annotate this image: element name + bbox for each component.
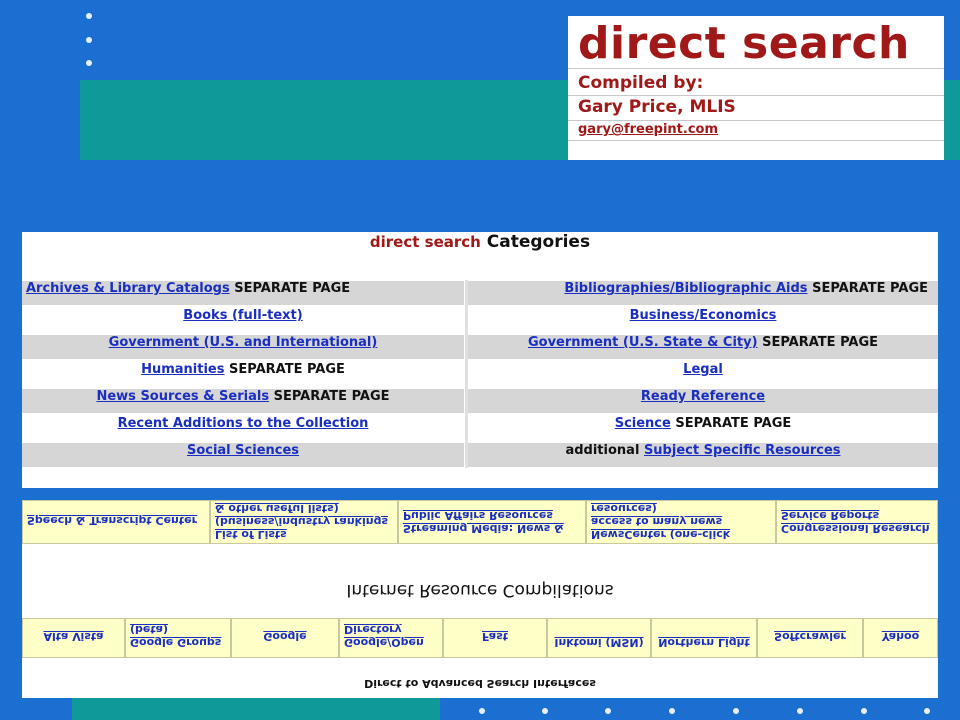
bullet-dot bbox=[797, 708, 803, 714]
compilations-title: Internet Resource Compilations bbox=[346, 580, 614, 600]
category-row: Humanities SEPARATE PAGE Legal bbox=[22, 361, 938, 387]
category-row: Recent Additions to the Collection Scien… bbox=[22, 415, 938, 441]
category-link-science[interactable]: Science bbox=[615, 416, 671, 431]
category-cell: Archives & Library Catalogs SEPARATE PAG… bbox=[22, 281, 464, 305]
separate-page-label: SEPARATE PAGE bbox=[234, 281, 351, 296]
engine-link-northern-light[interactable]: Northern Light bbox=[651, 618, 757, 658]
compilation-link-list-of-lists[interactable]: List of Lists (business/industry ranking… bbox=[210, 500, 398, 544]
engine-link-softcrawler[interactable]: Softcrawler bbox=[757, 618, 863, 658]
category-cell: Government (U.S. and International) bbox=[22, 335, 464, 359]
separate-page-label: SEPARATE PAGE bbox=[675, 416, 792, 431]
bullet-dot bbox=[605, 708, 611, 714]
divider bbox=[568, 95, 944, 96]
category-cell: Science SEPARATE PAGE bbox=[468, 416, 938, 440]
author-email-link[interactable]: gary@freepint.com bbox=[578, 122, 718, 137]
mirrored-search-panel: Direct to Advanced Search Interfaces Alt… bbox=[22, 500, 938, 698]
logo-title: direct search bbox=[578, 18, 910, 69]
categories-panel: direct search Categories Archives & Libr… bbox=[22, 232, 938, 488]
category-cell: Books (full-text) bbox=[22, 308, 464, 332]
bullet-dot bbox=[542, 708, 548, 714]
categories-title: direct search Categories bbox=[22, 232, 938, 262]
compilation-link-newscenter[interactable]: NewsCenter (one-click access to many new… bbox=[586, 500, 776, 544]
categories-title-text: Categories bbox=[486, 232, 591, 252]
bullet-dot bbox=[479, 708, 485, 714]
divider bbox=[568, 120, 944, 121]
category-link-business[interactable]: Business/Economics bbox=[630, 308, 777, 323]
separate-page-label: SEPARATE PAGE bbox=[273, 389, 390, 404]
category-row: Social Sciences additional Subject Speci… bbox=[22, 442, 938, 468]
category-cell: Recent Additions to the Collection bbox=[22, 416, 464, 440]
category-link-recent-additions[interactable]: Recent Additions to the Collection bbox=[118, 416, 369, 431]
category-cell: Social Sciences bbox=[22, 443, 464, 467]
category-link-humanities[interactable]: Humanities bbox=[141, 362, 224, 377]
compilation-link-crs-reports[interactable]: Congressional Research Service Reports bbox=[776, 500, 938, 544]
teal-band-bottom bbox=[72, 698, 440, 720]
category-row: Government (U.S. and International) Gove… bbox=[22, 334, 938, 360]
column-divider bbox=[465, 280, 468, 468]
engine-link-altavista[interactable]: Alta Vista bbox=[22, 618, 125, 658]
engine-link-yahoo[interactable]: Yahoo bbox=[863, 618, 938, 658]
direct-search-logo: direct search Compiled by: Gary Price, M… bbox=[568, 16, 944, 160]
bullet-dot bbox=[86, 60, 92, 66]
category-link-subject-specific[interactable]: Subject Specific Resources bbox=[644, 443, 841, 458]
categories-title-brand: direct search bbox=[369, 233, 481, 251]
bullet-dot bbox=[669, 708, 675, 714]
bullet-dot bbox=[86, 37, 92, 43]
category-cell: Business/Economics bbox=[468, 308, 938, 332]
category-cell: additional Subject Specific Resources bbox=[468, 443, 938, 467]
compilations-row: Speech & Transcript Center List of Lists… bbox=[22, 500, 938, 544]
category-cell: News Sources & Serials SEPARATE PAGE bbox=[22, 389, 464, 413]
bullet-dot bbox=[861, 708, 867, 714]
mirrored-search-panel-inner: Direct to Advanced Search Interfaces Alt… bbox=[22, 500, 938, 698]
category-link-bibliographies[interactable]: Bibliographies/Bibliographic Aids bbox=[564, 281, 807, 296]
category-cell: Legal bbox=[468, 362, 938, 386]
engine-link-inktomi[interactable]: Inktomi (MSN) bbox=[547, 618, 651, 658]
advanced-search-title: Direct to Advanced Search Interfaces bbox=[364, 677, 596, 690]
category-row: Books (full-text) Business/Economics bbox=[22, 307, 938, 333]
category-link-government-us-intl[interactable]: Government (U.S. and International) bbox=[109, 335, 378, 350]
category-cell: Humanities SEPARATE PAGE bbox=[22, 362, 464, 386]
category-cell: Government (U.S. State & City) SEPARATE … bbox=[468, 335, 938, 359]
category-link-news-sources[interactable]: News Sources & Serials bbox=[96, 389, 269, 404]
category-link-archives[interactable]: Archives & Library Catalogs bbox=[26, 281, 230, 296]
separate-page-label: SEPARATE PAGE bbox=[812, 281, 928, 296]
compilation-link-speech-transcript[interactable]: Speech & Transcript Center bbox=[22, 500, 210, 544]
engine-link-fast[interactable]: Fast bbox=[443, 618, 547, 658]
separate-page-label: SEPARATE PAGE bbox=[762, 335, 879, 350]
divider bbox=[568, 140, 944, 141]
additional-label: additional bbox=[565, 443, 640, 458]
engine-link-google-groups[interactable]: Google Groups (beta) bbox=[125, 618, 231, 658]
category-link-government-state-city[interactable]: Government (U.S. State & City) bbox=[528, 335, 758, 350]
category-link-ready-reference[interactable]: Ready Reference bbox=[641, 389, 765, 404]
author-name: Gary Price, MLIS bbox=[578, 97, 736, 117]
engine-link-google-open-directory[interactable]: Google/Open Directory bbox=[339, 618, 443, 658]
compilation-link-streaming-media[interactable]: Streaming Media: News & Public Affairs R… bbox=[398, 500, 586, 544]
category-row: Archives & Library Catalogs SEPARATE PAG… bbox=[22, 280, 938, 306]
category-link-legal[interactable]: Legal bbox=[683, 362, 723, 377]
category-link-social-sciences[interactable]: Social Sciences bbox=[187, 443, 299, 458]
bullet-dot bbox=[86, 13, 92, 19]
separate-page-label: SEPARATE PAGE bbox=[229, 362, 345, 377]
bullet-dot bbox=[924, 708, 930, 714]
engine-link-google[interactable]: Google bbox=[231, 618, 339, 658]
compiled-by-label: Compiled by: bbox=[578, 73, 704, 93]
category-cell: Ready Reference bbox=[468, 389, 938, 413]
category-cell: Bibliographies/Bibliographic Aids SEPARA… bbox=[468, 281, 938, 305]
bullet-dot bbox=[733, 708, 739, 714]
engine-row: Alta Vista Google Groups (beta) Google G… bbox=[22, 618, 938, 658]
divider bbox=[568, 68, 944, 69]
category-row: News Sources & Serials SEPARATE PAGE Rea… bbox=[22, 388, 938, 414]
category-link-books[interactable]: Books (full-text) bbox=[183, 308, 302, 323]
